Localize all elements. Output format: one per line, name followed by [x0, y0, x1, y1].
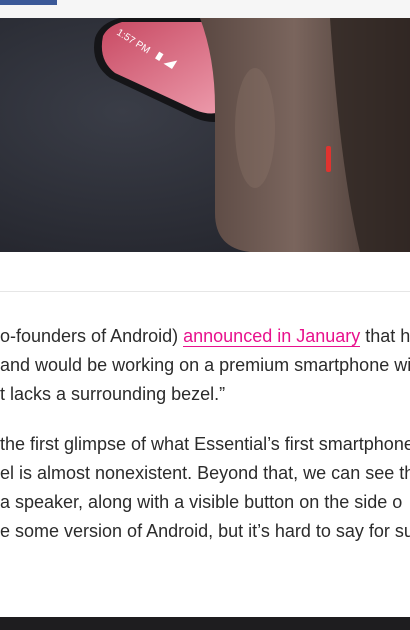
facebook-share-button[interactable]	[0, 0, 57, 5]
article-paragraph-1: o-founders of Android) announced in Janu…	[0, 322, 410, 409]
divider	[0, 291, 410, 292]
next-article-image	[0, 617, 410, 630]
paragraph-line: o-founders of Android) announced in Janu…	[0, 322, 410, 351]
paragraph-line: and would be working on a premium smartp…	[0, 355, 410, 375]
paragraph-line: the first glimpse of what Essential’s fi…	[0, 434, 410, 454]
paragraph-text: o-founders of Android)	[0, 326, 184, 346]
article-body: o-founders of Android) announced in Janu…	[0, 322, 410, 612]
finger-illustration	[200, 18, 410, 252]
paragraph-line: a speaker, along with a visible button o…	[0, 492, 403, 512]
article-paragraph-2: the first glimpse of what Essential’s fi…	[0, 430, 410, 546]
hero-image: 1:57 PM	[0, 18, 410, 252]
top-toolbar	[0, 0, 410, 18]
paragraph-text: that he	[365, 326, 410, 346]
announced-in-january-link[interactable]: announced in January	[183, 326, 361, 347]
paragraph-line: el is almost nonexistent. Beyond that, w…	[0, 463, 410, 483]
paragraph-line: t lacks a surrounding bezel.”	[0, 384, 226, 404]
paragraph-line: e some version of Android, but it’s hard…	[0, 521, 410, 541]
